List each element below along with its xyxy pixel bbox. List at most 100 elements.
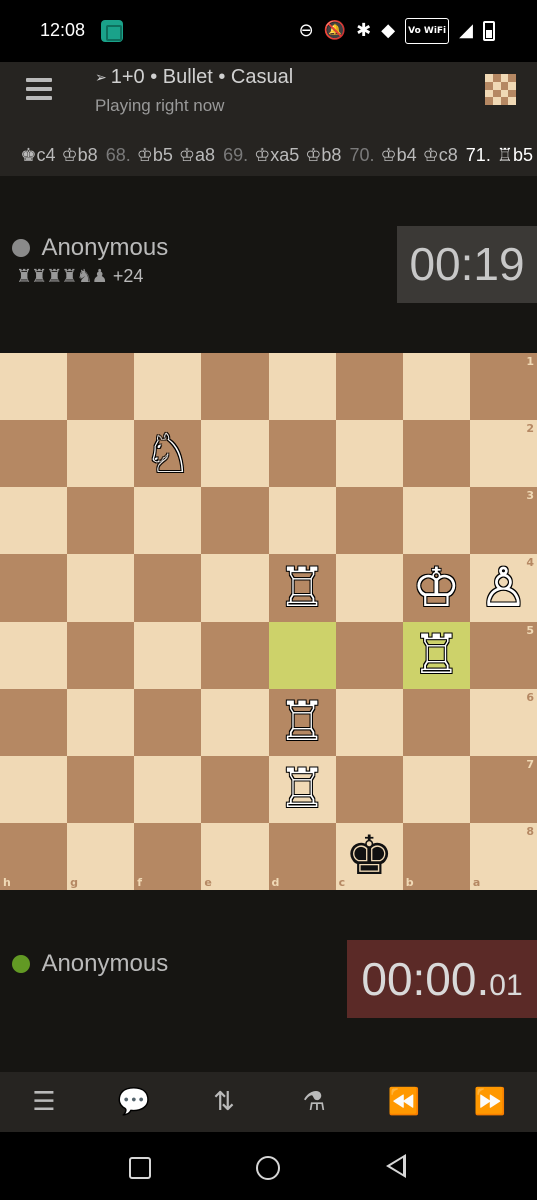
square-d3[interactable] <box>268 487 336 555</box>
square-b6[interactable] <box>402 688 470 756</box>
move-san[interactable]: ♖b5 <box>497 145 533 165</box>
square-g1[interactable] <box>67 353 135 421</box>
analysis-button[interactable]: ⚗ <box>294 1084 334 1120</box>
square-c8[interactable]: c ♚ <box>335 822 403 890</box>
square-h5[interactable] <box>0 621 68 689</box>
board-settings-icon[interactable] <box>485 74 516 105</box>
square-h6[interactable] <box>0 688 68 756</box>
move-san[interactable]: ♔c8 <box>423 145 458 165</box>
square-a5[interactable]: 5 <box>469 621 537 689</box>
square-b3[interactable] <box>402 487 470 555</box>
square-b8[interactable]: b <box>402 822 470 890</box>
square-b1[interactable] <box>402 353 470 421</box>
square-c3[interactable] <box>335 487 403 555</box>
square-e6[interactable] <box>201 688 269 756</box>
square-a7[interactable]: 7 <box>469 755 537 823</box>
move-san[interactable]: ♔b5 <box>137 145 173 165</box>
square-f5[interactable] <box>134 621 202 689</box>
square-g7[interactable] <box>67 755 135 823</box>
white-rook[interactable]: ♖ <box>269 756 336 823</box>
square-a2[interactable]: 2 <box>469 420 537 488</box>
flip-board-button[interactable]: ⇅ <box>204 1084 244 1120</box>
square-d4[interactable]: ♖ <box>268 554 336 622</box>
black-king[interactable]: ♚ <box>336 823 403 890</box>
player-name[interactable]: Anonymous <box>41 950 168 977</box>
square-f4[interactable] <box>134 554 202 622</box>
square-d7[interactable]: ♖ <box>268 755 336 823</box>
move-san[interactable]: ♔b8 <box>305 145 341 165</box>
square-a6[interactable]: 6 <box>469 688 537 756</box>
opponent-name[interactable]: Anonymous <box>41 234 168 261</box>
square-f2[interactable]: ♘ <box>134 420 202 488</box>
square-e7[interactable] <box>201 755 269 823</box>
square-e5[interactable] <box>201 621 269 689</box>
move-san[interactable]: ♔xa5 <box>254 145 299 165</box>
square-f1[interactable] <box>134 353 202 421</box>
square-e1[interactable] <box>201 353 269 421</box>
rank-label: 7 <box>526 757 534 771</box>
move-san[interactable]: ♚c4 <box>20 145 55 165</box>
square-e3[interactable] <box>201 487 269 555</box>
back-icon[interactable] <box>386 1154 406 1178</box>
square-h7[interactable] <box>0 755 68 823</box>
move-list[interactable]: ♚c4 ♔b8 68. ♔b5 ♔a8 69. ♔xa5 ♔b8 70. ♔b4 ♔c8 71. ♖b5 <box>0 134 537 176</box>
square-a1[interactable]: 1 <box>469 353 537 421</box>
move-number: 71. <box>465 145 491 165</box>
do-not-disturb-icon: ⊖ <box>298 20 314 41</box>
square-c2[interactable] <box>335 420 403 488</box>
square-f7[interactable] <box>134 755 202 823</box>
square-f6[interactable] <box>134 688 202 756</box>
square-e2[interactable] <box>201 420 269 488</box>
white-rook[interactable]: ♖ <box>269 689 336 756</box>
white-pawn[interactable]: ♙ <box>470 554 537 621</box>
square-g4[interactable] <box>67 554 135 622</box>
chat-button[interactable]: 💬 <box>114 1084 154 1120</box>
white-rook[interactable]: ♖ <box>269 554 336 621</box>
square-c5[interactable] <box>335 621 403 689</box>
previous-move-button[interactable]: ⏪ <box>384 1084 424 1120</box>
square-h1[interactable] <box>0 353 68 421</box>
chess-board[interactable]: 1 ♘ 2 3 ♖ ♔ 4 ♙ ♖ 5 ♖ 6 ♖ 7 h g f e d c ♚ b 8 a <box>0 353 537 890</box>
next-move-button[interactable]: ⏩ <box>470 1084 510 1120</box>
move-san[interactable]: ♔b8 <box>62 145 98 165</box>
square-b2[interactable] <box>402 420 470 488</box>
square-a8[interactable]: 8a <box>469 822 537 890</box>
square-e8[interactable]: e <box>201 822 269 890</box>
square-b4[interactable]: ♔ <box>402 554 470 622</box>
square-h3[interactable] <box>0 487 68 555</box>
square-f8[interactable]: f <box>134 822 202 890</box>
square-c7[interactable] <box>335 755 403 823</box>
move-san[interactable]: ♔a8 <box>179 145 215 165</box>
square-b5[interactable]: ♖ <box>402 621 470 689</box>
square-a4[interactable]: 4 ♙ <box>469 554 537 622</box>
moves-list-button[interactable]: ☰ <box>24 1084 64 1120</box>
recents-icon[interactable] <box>129 1157 151 1179</box>
square-d6[interactable]: ♖ <box>268 688 336 756</box>
white-rook[interactable]: ♖ <box>403 622 470 689</box>
square-d5[interactable] <box>268 621 336 689</box>
square-h4[interactable] <box>0 554 68 622</box>
game-title: ➢ 1+0 • Bullet • Casual <box>95 66 293 89</box>
square-c6[interactable] <box>335 688 403 756</box>
move-san[interactable]: ♔b4 <box>380 145 416 165</box>
home-icon[interactable] <box>256 1156 280 1180</box>
square-d2[interactable] <box>268 420 336 488</box>
white-king[interactable]: ♔ <box>403 554 470 621</box>
square-h8[interactable]: h <box>0 822 68 890</box>
square-g5[interactable] <box>67 621 135 689</box>
square-g2[interactable] <box>67 420 135 488</box>
white-knight[interactable]: ♘ <box>134 420 201 487</box>
square-d8[interactable]: d <box>268 822 336 890</box>
square-d1[interactable] <box>268 353 336 421</box>
square-e4[interactable] <box>201 554 269 622</box>
square-b7[interactable] <box>402 755 470 823</box>
square-c1[interactable] <box>335 353 403 421</box>
square-g3[interactable] <box>67 487 135 555</box>
menu-icon[interactable] <box>26 78 54 102</box>
square-g8[interactable]: g <box>67 822 135 890</box>
square-g6[interactable] <box>67 688 135 756</box>
square-c4[interactable] <box>335 554 403 622</box>
square-f3[interactable] <box>134 487 202 555</box>
square-h2[interactable] <box>0 420 68 488</box>
square-a3[interactable]: 3 <box>469 487 537 555</box>
